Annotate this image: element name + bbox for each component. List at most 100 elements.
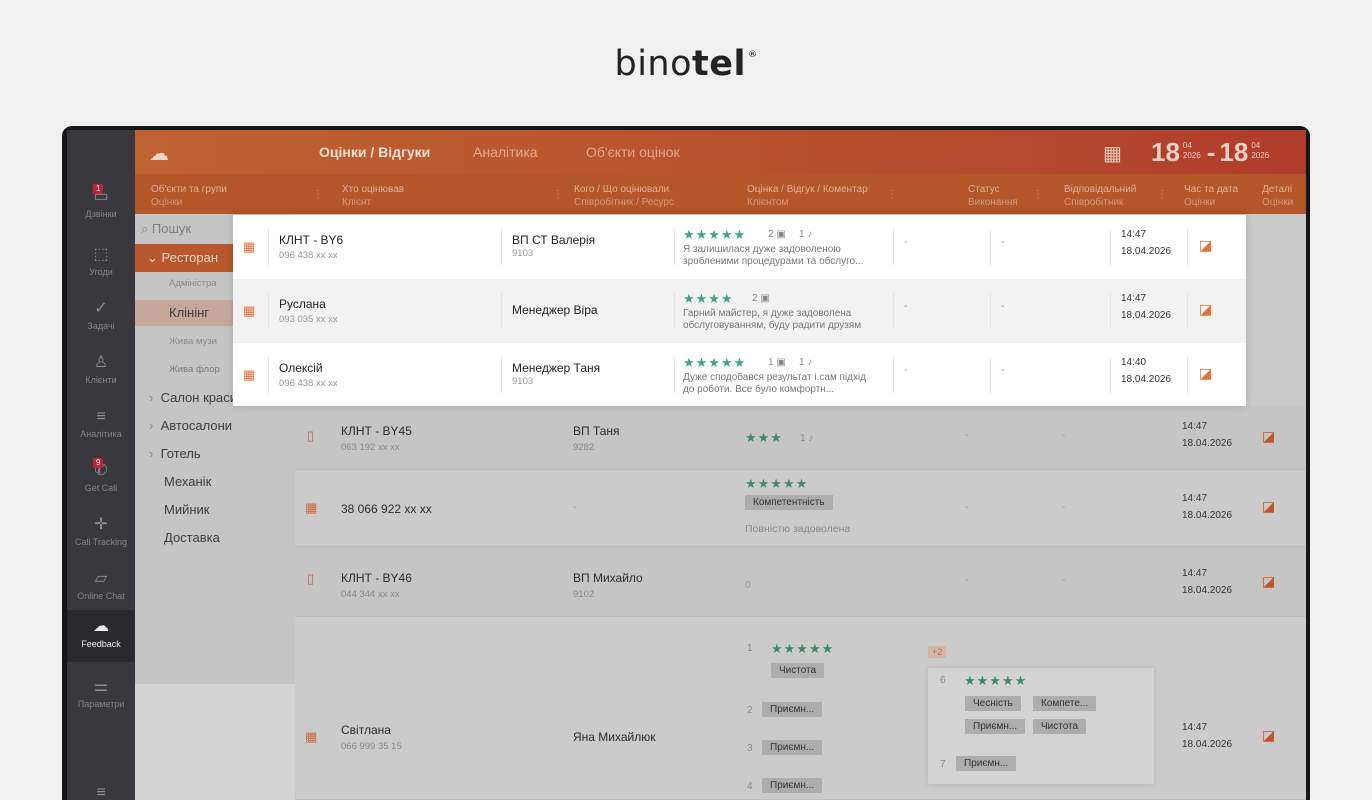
rating-stars: ★★★★★ [964,673,1028,688]
details-icon[interactable]: ◪ [1262,498,1275,515]
sidebar-item-analytics[interactable]: ≡ Аналітика [67,400,135,452]
qr-icon: ▦ [305,729,318,744]
col-responsible[interactable]: Відповідальний Співробітник [1064,183,1136,209]
tag-chip: Приємн... [762,740,823,755]
image-icon: ▣ [760,293,770,304]
feedback-icon: ☁ [93,618,109,635]
calendar-icon[interactable]: ▦ [1103,141,1122,166]
analytics-icon: ≡ [96,408,106,425]
sidebar-item-feedback[interactable]: ☁ Feedback [67,610,135,662]
group-washer[interactable]: Мийник [164,502,209,517]
col-menu-icon[interactable]: ⋮ [1157,189,1167,200]
tab-rated-objects[interactable]: Об'єкти оцінок [586,144,680,160]
tag-chip: Чесність [965,696,1021,711]
details-icon[interactable]: ◪ [1262,428,1275,445]
table-row[interactable]: ▯ КЛНТ - BY45 063 192 xx xx ВП Таня 9282… [295,406,1306,470]
col-staff[interactable]: Кого / Що оцінювали Співробітник / Ресурс [574,183,674,209]
chevron-right-icon: › [149,418,161,433]
group-mechanic[interactable]: Механік [164,474,211,489]
table-row[interactable]: ▦ Руслана 093 035 xx xx Менеджер Віра ★★… [233,279,1246,343]
clients-icon: ♙ [93,354,109,371]
voice-count: 1 ♪ [799,357,813,368]
group-hotel[interactable]: › Готель [149,446,201,461]
photo-count: 1 ▣ [768,357,786,368]
rating-stars: ★★★ [745,430,783,445]
col-menu-icon[interactable]: ⋮ [887,189,897,200]
chevron-right-icon: › [149,446,161,461]
details-icon[interactable]: ◪ [1199,237,1212,254]
qr-icon: ▦ [243,239,256,254]
details-icon[interactable]: ◪ [1262,573,1275,590]
col-status[interactable]: Статус Виконання [968,183,1018,209]
rating-stars: ★★★★ [683,291,734,306]
mic-icon: ♪ [808,433,814,444]
deals-icon: ⬚ [93,246,109,263]
chevron-right-icon: › [149,390,161,405]
getcall-badge: 9 [93,458,104,468]
tag-chip: Приємн... [965,719,1026,734]
voice-count: 1 ♪ [800,433,814,444]
details-icon[interactable]: ◪ [1199,301,1212,318]
details-icon[interactable]: ◪ [1262,727,1275,744]
menu-icon: ≡ [96,784,106,800]
group-beauty[interactable]: › Салон краси [149,390,237,405]
group-item[interactable]: Жива флор [169,364,220,375]
group-item[interactable]: Адміністра [169,278,217,289]
col-menu-icon[interactable]: ⋮ [553,189,563,200]
col-menu-icon[interactable]: ⋮ [1033,189,1043,200]
col-rating[interactable]: Оцінка / Відгук / Коментар Клієнтом [747,183,868,209]
settings-icon: ⚌ [93,678,109,695]
rating-stars: ★★★★★ [683,355,747,370]
table-row[interactable]: ▦ 38 066 922 xx xx - ★★★★★ Компетентніст… [295,470,1306,547]
date-range[interactable]: 18 04 2026-18 04 2026 [1151,137,1275,168]
more-ratings-badge[interactable]: +2 [928,646,947,658]
rating-stars: ★★★★★ [771,641,835,656]
details-icon[interactable]: ◪ [1199,365,1212,382]
table-row[interactable]: ▦ Олексій 096 438 xx xx Менеджер Таня 91… [233,343,1246,407]
col-objects[interactable]: Об'єкти та групи Оцінки [151,183,227,209]
search-icon: ⌕ [141,221,152,236]
group-item[interactable]: Жива музи [169,336,217,347]
tag-chip: Приємн... [762,702,823,717]
sidebar-item-calltracking[interactable]: ✛ Call Tracking [67,508,135,560]
review-comment: Гарний майстер, я дуже задоволена обслуг… [683,308,862,331]
calltracking-icon: ✛ [94,516,108,533]
column-header-row: Об'єкти та групи Оцінки ⋮ Хто оцінював Клі… [135,174,1306,214]
sidebar-item-clients[interactable]: ♙ Клієнти [67,346,135,398]
photo-count: 2 ▣ [752,293,770,304]
col-details[interactable]: Деталі Оцінки [1262,183,1293,209]
sidebar-item-online-chat[interactable]: ▱ Online Chat [67,562,135,614]
sidebar-item-getcall[interactable]: ✆ 9 Get Call [67,454,135,506]
table-row[interactable]: ▦ КЛНТ - BY6 096 438 xx xx ВП СТ Валерія… [233,215,1246,279]
tag-chip: Чистота [771,663,825,678]
sidebar-item-tasks[interactable]: ✓ Задачі [67,292,135,344]
top-bar: ☁ Оцінки / Відгуки Аналітика Об'єкти оці… [135,130,1306,174]
sidebar-item-calls[interactable]: ▭ 1 Дзвінки [67,180,135,232]
rating-stars: ★★★★★ [683,227,747,242]
sidebar-item-settings[interactable]: ⚌ Параметри [67,670,135,722]
rating-stars: ★★★★★ [745,476,809,491]
tag-chip: Компетентність [745,495,833,510]
col-time[interactable]: Час та дата Оцінки [1184,183,1238,209]
table-row[interactable]: ▦ Світлана 066 999 35 15 Яна Михайлюк 1 … [295,617,1306,800]
tasks-icon: ✓ [94,300,108,317]
col-client[interactable]: Хто оцінював Клієнт [342,183,404,209]
col-menu-icon[interactable]: ⋮ [313,189,323,200]
group-auto[interactable]: › Автосалони [149,418,232,433]
highlighted-rows: ▦ КЛНТ - BY6 096 438 xx xx ВП СТ Валерія… [233,215,1246,406]
table-row[interactable]: ▯ КЛНТ - BY46 044 344 xx xx ВП Михайло 9… [295,547,1306,617]
tag-chip: Приємн... [956,756,1017,771]
group-search[interactable]: ⌕ Пошук [141,221,191,237]
tab-ratings-reviews[interactable]: Оцінки / Відгуки [319,144,430,160]
feedback-logo-icon: ☁ [149,143,169,165]
group-delivery[interactable]: Доставка [164,530,220,545]
tab-analytics[interactable]: Аналітика [473,144,538,160]
chevron-down-icon: ⌄ [147,250,162,265]
calls-badge: 1 [93,184,104,194]
sidebar-item-deals[interactable]: ⬚ Угоди [67,238,135,290]
mic-icon: ♪ [807,357,813,368]
mic-icon: ♪ [807,229,813,240]
tag-chip: Компете... [1033,696,1097,711]
tag-chip: Приємн... [762,778,823,793]
sidebar-menu-button[interactable]: ≡ [67,776,135,800]
